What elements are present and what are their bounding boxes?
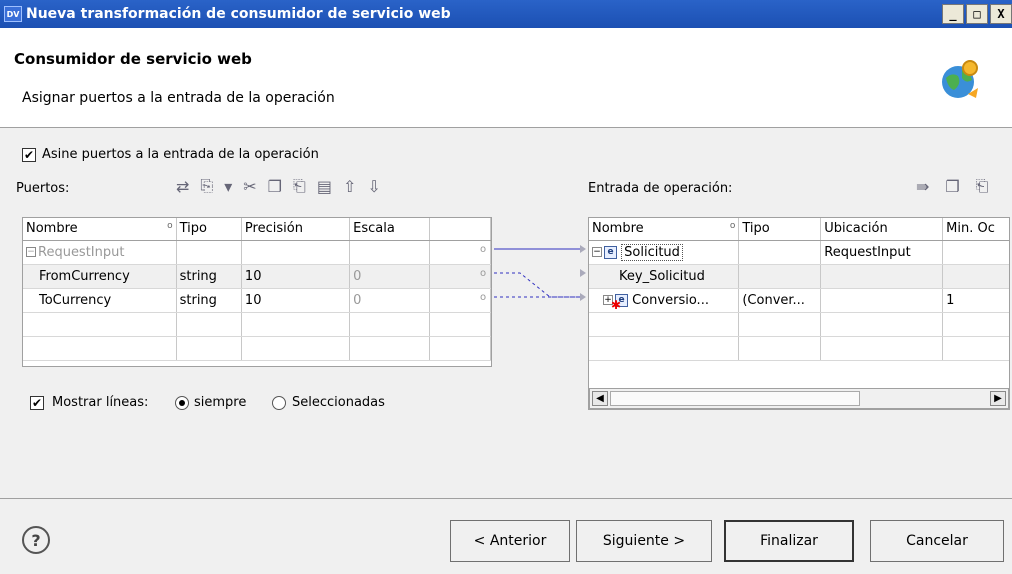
col-nombre[interactable]: Nombre o: [589, 218, 740, 241]
horizontal-scrollbar[interactable]: ◀ ▶: [589, 388, 1009, 409]
element-min: [942, 240, 1009, 265]
element-icon: e ✱: [611, 293, 628, 311]
port-type: [176, 240, 242, 265]
finish-button[interactable]: Finalizar: [724, 520, 854, 562]
port-type: string: [176, 288, 242, 313]
scroll-thumb[interactable]: [610, 391, 860, 406]
collapse-icon[interactable]: −: [592, 247, 602, 257]
title-bar: DV Nueva transformación de consumidor de…: [0, 0, 1012, 28]
table-row[interactable]: − e Solicitud RequestInput: [589, 240, 1009, 265]
operation-header-row: Nombre o Tipo Ubicación Min. Oc: [589, 218, 1009, 241]
col-precision[interactable]: Precisión: [241, 218, 351, 241]
element-name: Solicitud: [621, 243, 683, 261]
page-title: Consumidor de servicio web: [14, 50, 252, 68]
col-nombre[interactable]: Nombre o: [23, 218, 177, 241]
minimize-button[interactable]: _: [942, 4, 964, 24]
ports-table: Nombre o Tipo Precisión Escala − RequestIn…: [22, 217, 492, 367]
always-radio[interactable]: [175, 396, 189, 410]
next-button[interactable]: Siguiente >: [576, 520, 712, 562]
wizard-header: Consumidor de servicio web Asignar puert…: [0, 28, 1012, 128]
port-scale: 0: [349, 288, 430, 313]
port-name: FromCurrency: [23, 264, 177, 289]
scroll-right-icon[interactable]: ▶: [990, 391, 1006, 406]
input-arrow[interactable]: [580, 245, 586, 253]
selected-radio[interactable]: [272, 396, 286, 410]
element-icon: e: [604, 245, 617, 259]
show-lines-checkbox[interactable]: ✔: [30, 396, 44, 410]
input-arrow[interactable]: [580, 269, 586, 277]
element-location: [820, 264, 944, 289]
dropdown-icon[interactable]: ▾: [224, 177, 232, 196]
col-tipo[interactable]: Tipo: [176, 218, 242, 241]
table-row[interactable]: ToCurrency string 10 0: [23, 288, 492, 313]
cut-icon[interactable]: ✂: [243, 177, 256, 196]
assign-ports-label: Asine puertos a la entrada de la operaci…: [42, 147, 319, 162]
port-type: string: [176, 264, 242, 289]
cancel-button[interactable]: Cancelar: [870, 520, 1004, 562]
always-label: siempre: [194, 395, 247, 410]
page-subtitle: Asignar puertos a la entrada de la opera…: [22, 90, 335, 106]
table-row[interactable]: Key_Solicitud: [589, 264, 1009, 289]
back-button[interactable]: < Anterior: [450, 520, 570, 562]
help-icon[interactable]: ?: [22, 526, 50, 554]
window-controls: _ □ X: [940, 4, 1012, 24]
ports-toolbar: ⇄ ⎘ ▾ ✂ ❐ ⎗ ▤ ⇧ ⇩: [176, 176, 381, 196]
copy-icon[interactable]: ❐: [268, 177, 282, 196]
link-lines: [494, 248, 580, 298]
table-row[interactable]: + e ✱ Conversio... (Conver... 1: [589, 288, 1009, 313]
paste-icon[interactable]: ⎗: [293, 176, 306, 196]
footer-separator: [0, 498, 1012, 499]
port-scale: [349, 240, 430, 265]
scroll-left-icon[interactable]: ◀: [592, 391, 608, 406]
collapse-icon[interactable]: −: [26, 247, 36, 257]
port-dot[interactable]: o: [480, 268, 486, 279]
port-precision: 10: [241, 288, 351, 313]
paste-icon[interactable]: ⎗: [976, 176, 989, 196]
col-min-occurs[interactable]: Min. Oc: [942, 218, 1009, 241]
port-scale: 0: [349, 264, 430, 289]
window-title: Nueva transformación de consumidor de se…: [26, 6, 451, 22]
element-type: [738, 240, 822, 265]
port-precision: [241, 240, 351, 265]
move-up-icon[interactable]: ⇧: [343, 177, 356, 196]
delete-icon[interactable]: ▤: [317, 177, 332, 196]
element-location: [820, 288, 944, 313]
element-type: (Conver...: [738, 288, 822, 313]
operation-table: Nombre o Tipo Ubicación Min. Oc − e Solici…: [588, 217, 1010, 410]
copy-icon[interactable]: ❐: [945, 177, 959, 196]
port-dot[interactable]: o: [480, 244, 486, 255]
input-arrow[interactable]: [580, 293, 586, 301]
link-line[interactable]: [494, 272, 580, 298]
operation-toolbar: ⇛ ❐ ⎗: [916, 176, 989, 196]
operation-label: Entrada de operación:: [588, 181, 733, 196]
show-lines-label: Mostrar líneas:: [52, 395, 149, 410]
port-name: ToCurrency: [23, 288, 177, 313]
table-row[interactable]: FromCurrency string 10 0: [23, 264, 492, 289]
col-tipo[interactable]: Tipo: [738, 218, 822, 241]
selected-label: Seleccionadas: [292, 395, 385, 410]
globe-icon: [942, 60, 978, 98]
col-escala[interactable]: Escala: [349, 218, 430, 241]
col-ubicacion[interactable]: Ubicación: [820, 218, 944, 241]
element-min: 1: [942, 288, 1009, 313]
port-dot[interactable]: o: [480, 292, 486, 303]
ports-label: Puertos:: [16, 181, 70, 196]
element-location: RequestInput: [820, 240, 944, 265]
assign-ports-checkbox[interactable]: ✔: [22, 148, 36, 162]
close-button[interactable]: X: [990, 4, 1012, 24]
map-icon[interactable]: ⇛: [916, 177, 929, 196]
element-name: Conversio...: [632, 292, 709, 308]
port-precision: 10: [241, 264, 351, 289]
table-row[interactable]: − RequestInput: [23, 240, 492, 265]
maximize-button[interactable]: □: [966, 4, 988, 24]
new-port-icon[interactable]: ⇄: [176, 177, 189, 196]
move-down-icon[interactable]: ⇩: [367, 177, 380, 196]
element-name: Key_Solicitud: [589, 264, 740, 289]
app-icon: DV: [4, 6, 22, 22]
element-type: [738, 264, 822, 289]
new-icon[interactable]: ⎘: [200, 176, 213, 196]
ports-header-row: Nombre o Tipo Precisión Escala: [23, 218, 492, 241]
element-min: [942, 264, 1009, 289]
port-name: RequestInput: [38, 244, 125, 260]
